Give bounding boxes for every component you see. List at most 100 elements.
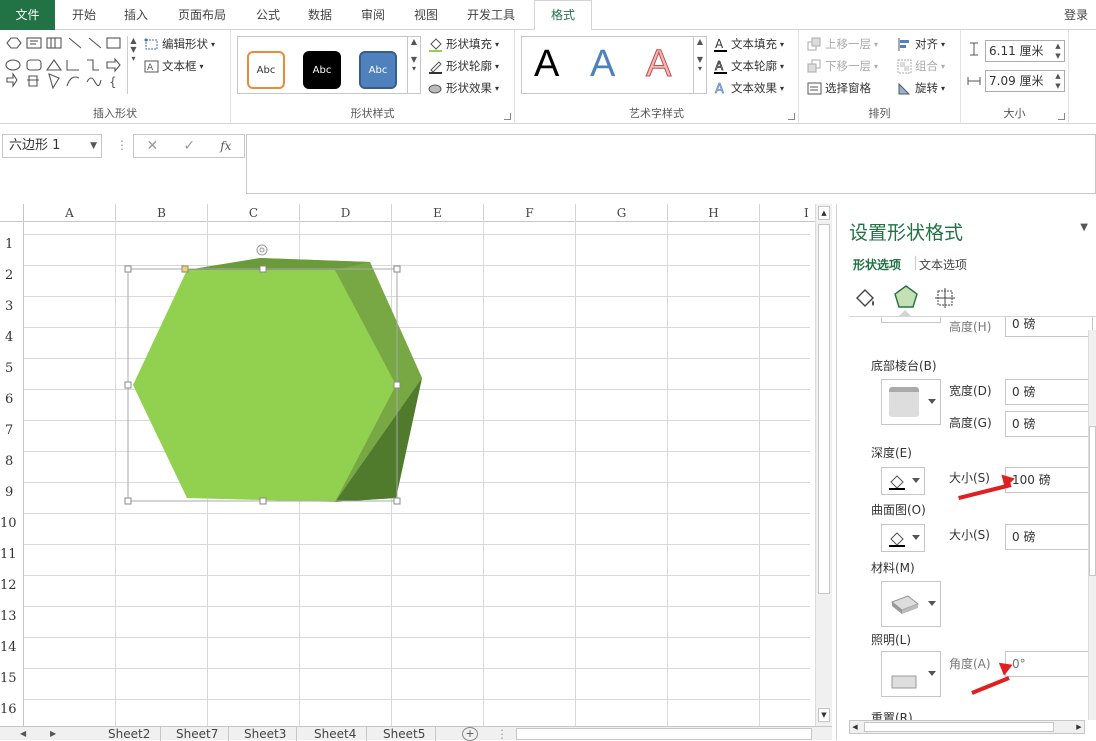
ribbon: { ▲ ▼ ▾ 编辑形状 ▾ A 文本框 ▾ 插入形状 Abc Abc Abc ▲ ▼ ▾ … <box>0 30 1096 124</box>
fill-line-icon[interactable] <box>853 286 879 310</box>
contour-color-dropdown[interactable] <box>881 524 925 552</box>
shape-style-gallery-scroll[interactable]: ▲ ▼ ▾ <box>407 37 420 93</box>
shape-effect-button[interactable]: 形状效果 ▾ <box>428 80 499 96</box>
shape-gallery[interactable]: { <box>3 36 123 94</box>
tab-format[interactable]: 格式 <box>534 0 592 31</box>
tab-data[interactable]: 数据 <box>296 0 344 30</box>
name-box[interactable]: 六边形 1 ▼ <box>2 134 102 158</box>
scroll-up-icon[interactable]: ▲ <box>818 206 830 220</box>
paint-bucket-icon <box>429 37 442 52</box>
prev-sheet-icon[interactable]: ◀ <box>20 727 26 741</box>
top-bevel-dropdown[interactable] <box>881 317 941 323</box>
lighting-dropdown[interactable] <box>881 651 941 697</box>
tab-shape-options[interactable]: 形状选项 <box>853 256 901 273</box>
wordart-launcher[interactable] <box>788 113 795 120</box>
pane-scroll-thumb[interactable] <box>1089 426 1096 576</box>
shape-height-spinner[interactable]: ▲ ▼ <box>1052 41 1064 61</box>
wordart-blue[interactable]: A <box>590 43 615 86</box>
scroll-left-icon[interactable]: ◀ <box>850 721 860 733</box>
rotate-handle-icon[interactable] <box>256 244 268 256</box>
wordart-red-outline[interactable]: A <box>645 43 671 86</box>
style-black-fill[interactable]: Abc <box>303 51 341 89</box>
bevel-preview-icon <box>889 387 919 417</box>
next-sheet-icon[interactable]: ▶ <box>50 727 56 741</box>
tab-developer[interactable]: 开发工具 <box>456 0 526 30</box>
svg-text:{: { <box>109 75 117 89</box>
text-effect-button[interactable]: A 文本效果 ▾ <box>713 80 784 96</box>
shape-outline-button[interactable]: 形状轮廓 ▾ <box>428 58 499 74</box>
text-outline-icon: A <box>714 59 727 74</box>
contour-size-input[interactable]: 0 磅 <box>1005 524 1093 550</box>
rotate-button[interactable]: 旋转 ▾ <box>897 80 945 96</box>
align-button[interactable]: 对齐 ▾ <box>897 36 945 52</box>
tab-insert[interactable]: 插入 <box>112 0 160 30</box>
shape-style-gallery[interactable]: Abc Abc Abc ▲ ▼ ▾ <box>237 36 421 94</box>
tab-formulas[interactable]: 公式 <box>244 0 292 30</box>
login-link[interactable]: 登录 <box>1064 0 1088 30</box>
wordart-gallery-scroll[interactable]: ▲ ▼ ▾ <box>693 37 706 93</box>
tab-text-options[interactable]: 文本选项 <box>919 256 967 273</box>
bottom-bevel-dropdown[interactable] <box>881 379 941 425</box>
sheet-tab[interactable]: Sheet5 <box>373 727 437 741</box>
shape-fill-button[interactable]: 形状填充 ▾ <box>428 36 499 52</box>
contour-label: 曲面图(O) <box>871 503 926 517</box>
tab-page-layout[interactable]: 页面布局 <box>168 0 236 30</box>
shape-width-icon <box>967 77 981 85</box>
selection-pane-button[interactable]: 选择窗格 <box>807 80 871 96</box>
tab-file[interactable]: 文件 <box>0 0 55 30</box>
hexagon-shape[interactable] <box>0 204 815 726</box>
bottom-height-input[interactable]: 0 磅 <box>1005 411 1093 437</box>
shape-gallery-scroll[interactable]: ▲ ▼ ▾ <box>127 36 139 94</box>
size-launcher[interactable] <box>1058 113 1065 120</box>
material-dropdown[interactable] <box>881 581 941 627</box>
tab-view[interactable]: 视图 <box>402 0 450 30</box>
depth-color-dropdown[interactable] <box>881 467 925 495</box>
send-backward-button[interactable]: 下移一层 ▾ <box>807 58 878 74</box>
scroll-down-icon[interactable]: ▼ <box>818 708 830 722</box>
text-box-button[interactable]: A 文本框 ▾ <box>144 58 204 74</box>
sheet-tab[interactable]: Sheet4 <box>304 727 368 741</box>
size-properties-icon[interactable] <box>933 286 957 310</box>
text-fill-button[interactable]: A 文本填充 ▾ <box>713 36 784 52</box>
vertical-scrollbar[interactable]: ▲ ▼ <box>815 204 832 726</box>
wordart-gallery[interactable]: A A A ▲ ▼ ▾ <box>521 36 707 94</box>
sheet-tab[interactable]: Sheet7 <box>166 727 230 741</box>
formula-input[interactable] <box>246 134 1096 194</box>
tab-home[interactable]: 开始 <box>60 0 108 30</box>
text-fill-label: 文本填充 <box>731 37 777 51</box>
sheet-tab[interactable]: Sheet3 <box>234 727 298 741</box>
group-insert-shapes: { ▲ ▼ ▾ 编辑形状 ▾ A 文本框 ▾ 插入形状 <box>0 30 231 124</box>
cancel-icon[interactable]: ✕ <box>147 138 159 154</box>
angle-input[interactable]: 0° <box>1005 651 1093 677</box>
text-outline-button[interactable]: A 文本轮廓 ▾ <box>713 58 784 74</box>
group-button[interactable]: 组合 ▾ <box>897 58 945 74</box>
shape-width-input[interactable]: 7.09 厘米 ▲ ▼ <box>985 70 1065 92</box>
style-blue-fill[interactable]: Abc <box>359 51 397 89</box>
shape-height-input[interactable]: 6.11 厘米 ▲ ▼ <box>985 40 1065 62</box>
style-orange-outline[interactable]: Abc <box>247 51 285 89</box>
check-icon[interactable]: ✓ <box>183 138 195 154</box>
pane-menu-icon[interactable]: ▼ <box>1080 222 1088 233</box>
tab-review[interactable]: 审阅 <box>349 0 397 30</box>
top-height-input[interactable]: 0 磅 <box>1005 317 1093 337</box>
adjust-handle[interactable] <box>181 265 189 273</box>
bring-forward-button[interactable]: 上移一层 ▾ <box>807 36 878 52</box>
pane-h-thumb[interactable] <box>864 722 1054 732</box>
scroll-thumb[interactable] <box>818 224 830 594</box>
effects-icon[interactable] <box>893 284 919 310</box>
sheet-tab[interactable]: Sheet2 <box>98 727 162 741</box>
bottom-width-input[interactable]: 0 磅 <box>1005 379 1093 405</box>
scroll-right-icon[interactable]: ▶ <box>1074 721 1084 733</box>
bring-forward-label: 上移一层 <box>825 37 871 51</box>
wordart-black[interactable]: A <box>534 43 559 86</box>
add-sheet-icon[interactable]: + <box>462 727 478 741</box>
pane-horizontal-scrollbar[interactable]: ◀ ▶ <box>849 720 1085 734</box>
pane-scrollbar[interactable] <box>1088 330 1096 720</box>
chevron-down-icon[interactable]: ▼ <box>90 135 97 157</box>
edit-shape-button[interactable]: 编辑形状 ▾ <box>144 36 215 52</box>
shape-styles-launcher[interactable] <box>504 113 511 120</box>
shape-width-spinner[interactable]: ▲ ▼ <box>1052 71 1064 91</box>
horizontal-scrollbar[interactable] <box>516 728 812 740</box>
depth-size-input[interactable]: 100 磅 <box>1005 467 1093 493</box>
fx-icon[interactable]: fx <box>220 139 231 153</box>
